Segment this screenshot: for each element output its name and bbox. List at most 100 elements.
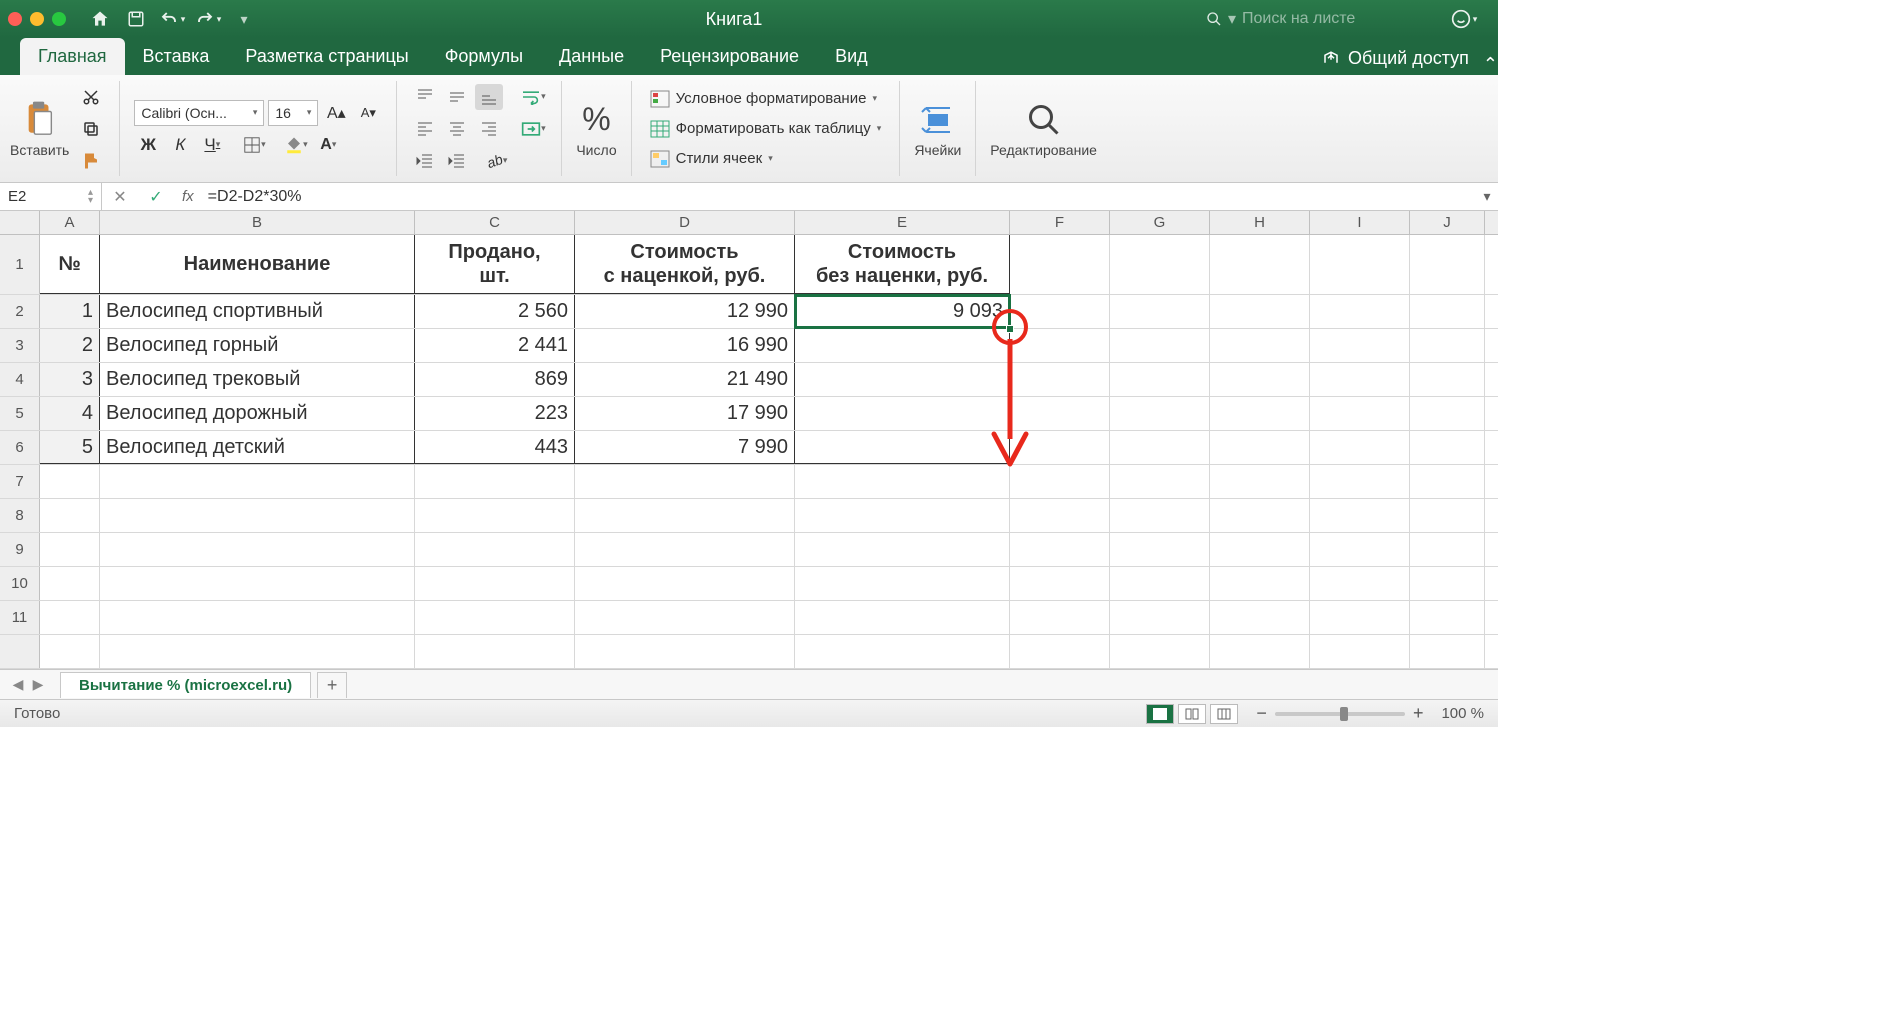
table-header-cell[interactable]: Продано, шт. <box>415 235 575 294</box>
column-header[interactable]: I <box>1310 211 1410 234</box>
column-header[interactable]: G <box>1110 211 1210 234</box>
cell[interactable]: 17 990 <box>575 397 795 430</box>
formula-input[interactable]: =D2-D2*30% <box>202 188 1476 206</box>
row-header[interactable] <box>0 635 40 668</box>
increase-font-icon[interactable]: A▴ <box>322 100 350 126</box>
tab-home[interactable]: Главная <box>20 38 125 75</box>
row-header[interactable]: 6 <box>0 431 40 464</box>
cell[interactable] <box>1110 635 1210 668</box>
align-middle-icon[interactable] <box>443 84 471 110</box>
font-color-icon[interactable]: A▾ <box>314 132 342 158</box>
cell[interactable] <box>1010 329 1110 362</box>
cell[interactable] <box>1210 635 1310 668</box>
font-name-select[interactable]: Calibri (Осн...▾ <box>134 100 264 126</box>
cell[interactable] <box>100 499 415 532</box>
cell[interactable] <box>1110 567 1210 600</box>
cell[interactable] <box>415 567 575 600</box>
row-header[interactable]: 5 <box>0 397 40 430</box>
cell[interactable] <box>1310 601 1410 634</box>
home-icon[interactable] <box>82 5 118 33</box>
cell[interactable] <box>1110 533 1210 566</box>
cell[interactable] <box>1210 499 1310 532</box>
decrease-indent-icon[interactable] <box>411 148 439 174</box>
cell[interactable]: Велосипед трековый <box>100 363 415 396</box>
cell[interactable] <box>40 533 100 566</box>
tab-layout[interactable]: Разметка страницы <box>227 38 426 75</box>
orientation-icon[interactable]: ab▾ <box>483 148 511 174</box>
cell[interactable] <box>1010 363 1110 396</box>
cell[interactable] <box>1210 601 1310 634</box>
conditional-formatting-button[interactable]: Условное форматирование▾ <box>646 88 886 110</box>
search-box[interactable]: ▾ Поиск на листе <box>1206 9 1426 29</box>
row-header[interactable]: 10 <box>0 567 40 600</box>
cell[interactable] <box>1310 235 1410 294</box>
column-header[interactable]: D <box>575 211 795 234</box>
view-normal-icon[interactable] <box>1146 704 1174 724</box>
cell[interactable] <box>1010 397 1110 430</box>
cell[interactable]: Велосипед детский <box>100 431 415 464</box>
merge-cells-icon[interactable]: ▾ <box>519 116 547 142</box>
copy-icon[interactable] <box>77 116 105 142</box>
cell[interactable] <box>1310 567 1410 600</box>
cell[interactable] <box>1410 431 1485 464</box>
cells-button[interactable]: Ячейки <box>914 100 961 158</box>
cell[interactable] <box>795 329 1010 362</box>
align-top-icon[interactable] <box>411 84 439 110</box>
cell[interactable] <box>1310 329 1410 362</box>
cell[interactable]: 12 990 <box>575 295 795 328</box>
cell[interactable] <box>795 635 1010 668</box>
cell[interactable] <box>1210 329 1310 362</box>
cell[interactable] <box>1410 533 1485 566</box>
spreadsheet-grid[interactable]: ABCDEFGHIJ 1№НаименованиеПродано, шт.Сто… <box>0 211 1498 669</box>
align-right-icon[interactable] <box>475 116 503 142</box>
cell[interactable]: Велосипед спортивный <box>100 295 415 328</box>
cell[interactable] <box>1110 329 1210 362</box>
tab-view[interactable]: Вид <box>817 38 886 75</box>
cell[interactable]: 1 <box>40 295 100 328</box>
column-header[interactable]: C <box>415 211 575 234</box>
increase-indent-icon[interactable] <box>443 148 471 174</box>
cell[interactable] <box>1410 329 1485 362</box>
cell[interactable] <box>575 635 795 668</box>
cell[interactable] <box>1210 465 1310 498</box>
cell[interactable] <box>415 533 575 566</box>
font-size-select[interactable]: 16▾ <box>268 100 318 126</box>
cell[interactable]: Велосипед горный <box>100 329 415 362</box>
cell[interactable] <box>1110 397 1210 430</box>
cell[interactable] <box>1310 363 1410 396</box>
cell[interactable]: 3 <box>40 363 100 396</box>
row-header[interactable]: 8 <box>0 499 40 532</box>
cell[interactable] <box>575 533 795 566</box>
fx-icon[interactable]: fx <box>174 188 202 205</box>
cell[interactable] <box>1410 635 1485 668</box>
cell[interactable] <box>1410 465 1485 498</box>
column-header[interactable]: A <box>40 211 100 234</box>
minimize-window-button[interactable] <box>30 12 44 26</box>
table-header-cell[interactable]: Стоимость без наценки, руб. <box>795 235 1010 294</box>
cell[interactable] <box>415 465 575 498</box>
cell[interactable]: 16 990 <box>575 329 795 362</box>
row-header[interactable]: 2 <box>0 295 40 328</box>
table-header-cell[interactable]: Наименование <box>100 235 415 294</box>
close-window-button[interactable] <box>8 12 22 26</box>
align-center-icon[interactable] <box>443 116 471 142</box>
cell[interactable]: 4 <box>40 397 100 430</box>
number-format-button[interactable]: % Число <box>576 100 616 158</box>
cell[interactable] <box>1010 567 1110 600</box>
prev-sheet-icon[interactable]: ◀ <box>8 676 28 693</box>
row-header[interactable]: 9 <box>0 533 40 566</box>
cell[interactable] <box>1310 465 1410 498</box>
cell[interactable] <box>575 465 795 498</box>
table-header-cell[interactable]: Стоимость с наценкой, руб. <box>575 235 795 294</box>
cell[interactable] <box>1110 431 1210 464</box>
cell[interactable]: 9 093 <box>795 295 1010 328</box>
tab-data[interactable]: Данные <box>541 38 642 75</box>
cell[interactable] <box>1110 465 1210 498</box>
redo-icon[interactable]: ▾ <box>190 5 226 33</box>
row-header[interactable]: 4 <box>0 363 40 396</box>
cell[interactable] <box>795 431 1010 464</box>
cell-styles-button[interactable]: Стили ячеек▾ <box>646 148 886 170</box>
cell[interactable] <box>795 567 1010 600</box>
column-header[interactable]: H <box>1210 211 1310 234</box>
cell[interactable] <box>1210 533 1310 566</box>
